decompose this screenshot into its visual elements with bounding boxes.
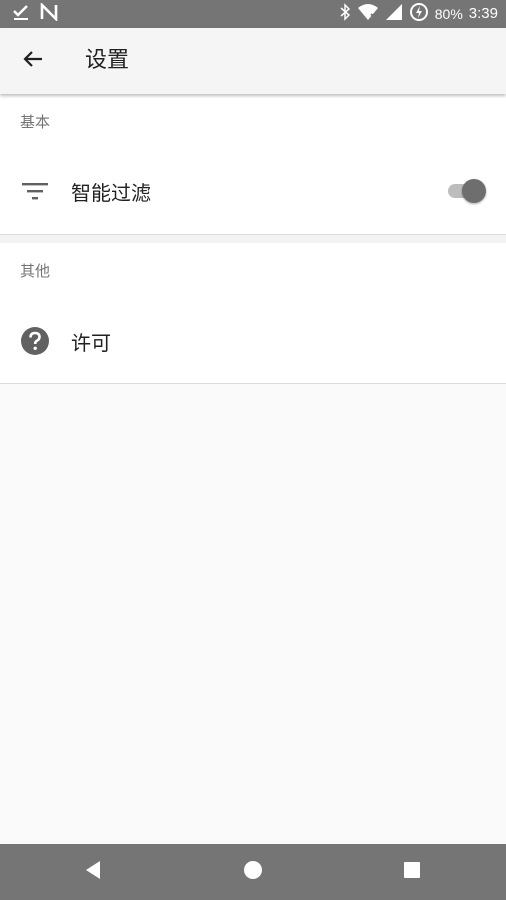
app-bar: 设置	[0, 28, 506, 94]
toggle-thumb	[462, 179, 486, 203]
status-bar: 80% 3:39	[0, 0, 506, 28]
home-circle-icon	[243, 860, 263, 884]
back-button[interactable]	[10, 38, 56, 84]
navigation-bar	[0, 844, 506, 900]
settings-screen: 80% 3:39 设置 基本 智能过滤 其他 许可	[0, 0, 506, 900]
status-left-icons	[12, 1, 58, 25]
n-notification-icon	[40, 1, 58, 25]
settings-list: 基本 智能过滤 其他 许可	[0, 94, 506, 384]
setting-label-license: 许可	[71, 330, 111, 355]
back-triangle-icon	[84, 860, 102, 884]
page-title: 设置	[85, 48, 130, 73]
nav-home-button[interactable]	[223, 844, 283, 900]
nav-back-button[interactable]	[63, 844, 123, 900]
smart-filter-toggle[interactable]	[448, 178, 486, 204]
section-other: 其他 许可	[0, 243, 506, 384]
setting-row-smart-filter[interactable]: 智能过滤	[0, 148, 506, 234]
setting-row-license[interactable]: 许可	[0, 299, 506, 383]
cell-signal-icon	[385, 3, 403, 25]
status-right-icons: 80% 3:39	[339, 2, 498, 26]
section-basic: 基本 智能过滤	[0, 94, 506, 235]
section-header-basic: 基本	[20, 113, 51, 131]
setting-label-smart-filter: 智能过滤	[71, 180, 151, 205]
filter-icon	[20, 176, 50, 206]
section-header-other: 其他	[20, 262, 51, 280]
bluetooth-icon	[339, 3, 351, 25]
clock: 3:39	[468, 5, 498, 22]
arrow-back-icon	[21, 47, 45, 75]
recents-square-icon	[403, 861, 421, 883]
battery-charging-icon	[409, 2, 429, 26]
help-circle-icon	[20, 326, 50, 356]
checkmark-download-icon	[12, 3, 30, 25]
wifi-icon	[357, 3, 379, 25]
battery-percent: 80%	[434, 6, 463, 22]
section-divider	[0, 235, 506, 243]
nav-recents-button[interactable]	[382, 844, 442, 900]
